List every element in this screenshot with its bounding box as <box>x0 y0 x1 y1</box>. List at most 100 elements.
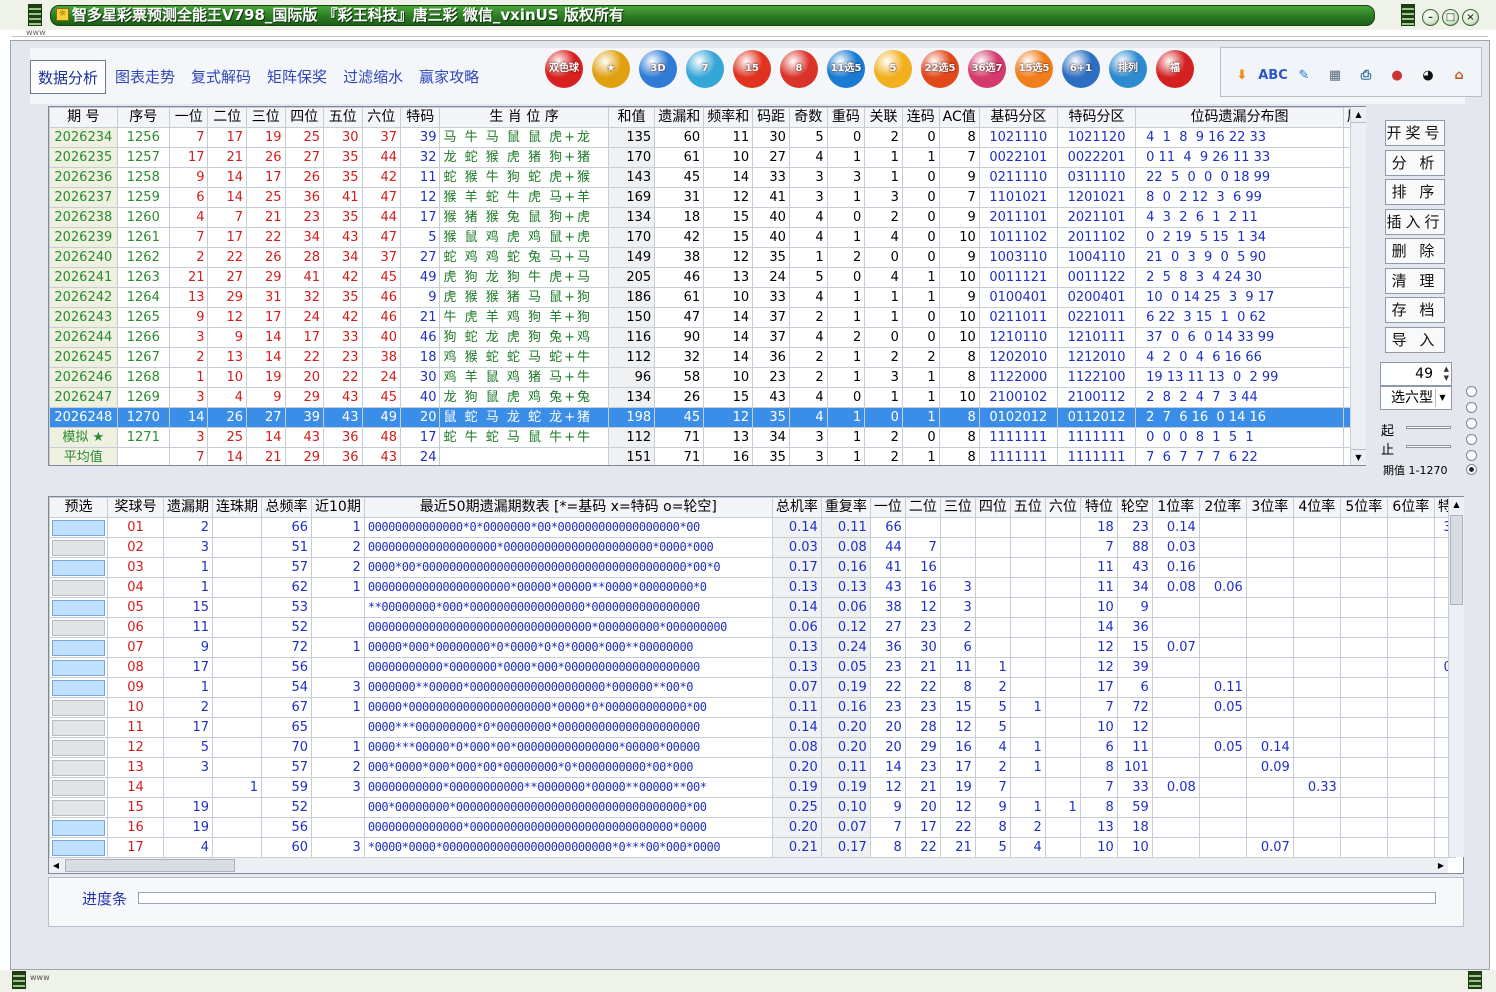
history-row[interactable]: 2026245 1267 2 13 14 22 23 38 18 鸡 猴 蛇 蛇 马 蛇+牛 112… <box>49 347 1365 368</box>
preselect-toggle[interactable] <box>52 719 105 736</box>
ball-row[interactable]: 07 9 72 1 00000*000*00000000*0*0000*0*0*0000… <box>49 637 1456 658</box>
chevron-down-icon[interactable]: ▼ <box>1435 389 1449 407</box>
preselect-cell[interactable] <box>49 757 108 778</box>
side-button-4[interactable]: 插入行 <box>1385 208 1445 235</box>
lottery-icon-14[interactable]: 福 <box>1155 43 1195 95</box>
preselect-toggle[interactable] <box>52 679 105 696</box>
history-row[interactable]: 2026239 1261 7 17 22 34 43 47 5 猴 鼠 鸡 虎 鸡 鼠+虎 170 4… <box>49 227 1365 248</box>
side-button-1[interactable]: 开奖号 <box>1385 120 1445 146</box>
history-row[interactable]: 2026241 1263 21 27 29 41 42 45 49 虎 狗 龙 狗 牛 虎+马 20… <box>49 267 1365 288</box>
preselect-toggle[interactable] <box>52 559 105 576</box>
preselect-cell[interactable] <box>49 697 108 718</box>
ball-row[interactable]: 06 11 52 000000000000000000000000000000000*… <box>49 617 1456 638</box>
preselect-toggle[interactable] <box>52 519 105 536</box>
scroll-up-icon[interactable]: ▲ <box>1351 107 1366 123</box>
lottery-icon-1[interactable]: 双色球 <box>544 43 584 95</box>
option-radio-3[interactable] <box>1466 418 1477 429</box>
preselect-toggle[interactable] <box>52 619 105 636</box>
tab-3[interactable]: 复式解码 <box>184 60 258 94</box>
preselect-toggle[interactable] <box>52 839 105 856</box>
scroll-down-icon[interactable]: ▼ <box>1351 449 1366 465</box>
preselect-toggle[interactable] <box>52 639 105 656</box>
preselect-cell[interactable] <box>49 777 108 798</box>
side-button-6[interactable]: 清 理 <box>1385 267 1445 294</box>
tab-5[interactable]: 过滤缩水 <box>336 60 410 94</box>
scroll-left-icon[interactable]: ◀ <box>49 858 63 873</box>
ball-hscrollbar[interactable]: ◀ ▶ <box>49 857 1448 873</box>
ball-row[interactable]: 09 1 54 3 0000000**00000*0000000000000000000… <box>49 677 1456 698</box>
lottery-icon-9[interactable]: 22选5 <box>920 43 960 95</box>
history-row[interactable]: 2026240 1262 2 22 26 28 34 37 27 蛇 鸡 鸡 蛇 兔 马+马 149… <box>49 247 1365 268</box>
spinner-arrows-icon[interactable]: ▲ ▼ <box>1437 365 1449 383</box>
option-radio-5[interactable] <box>1466 450 1477 461</box>
ball-row[interactable]: 08 17 56 00000000000*0000000*0000*000*00000… <box>49 657 1456 678</box>
preselect-cell[interactable] <box>49 737 108 758</box>
preselect-cell[interactable] <box>49 537 108 558</box>
option-radio-1[interactable] <box>1466 386 1477 397</box>
preselect-cell[interactable] <box>49 637 108 658</box>
history-row[interactable]: 平均值 7 14 21 29 36 43 24 151 71 16 35 3 1 2 1 8 1111111 111… <box>49 447 1365 465</box>
lottery-icon-6[interactable]: 8 <box>779 43 819 95</box>
preselect-toggle[interactable] <box>52 759 105 776</box>
range-start-slider[interactable] <box>1406 426 1451 429</box>
calculator-icon[interactable]: ▦ <box>1321 60 1349 90</box>
ball-row[interactable]: 14 1 59 3 00000000000*00000000000**0000000*0… <box>49 777 1456 798</box>
lottery-icon-12[interactable]: 6+1 <box>1061 43 1101 95</box>
lottery-icon-5[interactable]: 15 <box>732 43 772 95</box>
ball-row[interactable]: 11 17 65 0000***000000000*0*00000000*000000… <box>49 717 1456 738</box>
history-row[interactable]: 2026242 1264 13 29 31 32 35 46 9 虎 猴 猴 猪 马 鼠+狗 186… <box>49 287 1365 308</box>
gumball-icon[interactable]: ● <box>1383 60 1411 90</box>
edit-icon[interactable]: ✎ <box>1290 60 1318 90</box>
side-button-5[interactable]: 删 除 <box>1385 238 1445 264</box>
lottery-icon-8[interactable]: 5 <box>873 43 913 95</box>
scroll-right-icon[interactable]: ▶ <box>1434 858 1448 873</box>
preselect-cell[interactable] <box>49 597 108 618</box>
type-select[interactable]: 选六型 ▼ <box>1380 386 1452 410</box>
history-row[interactable]: 模拟 ★ 1271 3 25 14 43 36 48 17 蛇 牛 蛇 马 鼠 牛+牛 112 71 1… <box>49 427 1365 448</box>
scroll-up-icon[interactable]: ▲ <box>1449 497 1464 513</box>
tab-2[interactable]: 图表走势 <box>108 60 182 94</box>
history-row[interactable]: 2026243 1265 9 12 17 24 42 46 21 牛 虎 羊 鸡 狗 羊+狗 150… <box>49 307 1365 328</box>
side-button-7[interactable]: 存 档 <box>1385 297 1445 323</box>
preselect-toggle[interactable] <box>52 539 105 556</box>
preselect-toggle[interactable] <box>52 659 105 676</box>
lottery-icon-10[interactable]: 36选7 <box>967 43 1007 95</box>
preselect-cell[interactable] <box>49 657 108 678</box>
ball-row[interactable]: 17 4 60 3 *0000*0000*00000000000000000000000… <box>49 837 1456 858</box>
preselect-toggle[interactable] <box>52 579 105 596</box>
preselect-cell[interactable] <box>49 817 108 838</box>
side-button-8[interactable]: 导 入 <box>1385 326 1445 353</box>
history-row[interactable]: 2026238 1260 4 7 21 23 35 44 17 猴 猪 猴 兔 鼠 狗+虎 134 1… <box>49 207 1365 228</box>
tab-6[interactable]: 赢家攻略 <box>412 60 486 94</box>
preselect-cell[interactable] <box>49 797 108 818</box>
history-row[interactable]: 2026246 1268 1 10 19 20 22 24 30 鸡 羊 鼠 鸡 猪 马+牛 96 5… <box>49 367 1365 388</box>
qq-icon[interactable]: ◕ <box>1414 60 1442 90</box>
preselect-toggle[interactable] <box>52 819 105 836</box>
ball-row[interactable]: 01 2 66 1 00000000000000*0*0000000*00*000000… <box>49 517 1456 538</box>
abc-check-icon[interactable]: ABC <box>1258 60 1288 90</box>
preselect-cell[interactable] <box>49 617 108 638</box>
ball-row[interactable]: 16 19 56 00000000000000*0000000000000000000… <box>49 817 1456 838</box>
preselect-cell[interactable] <box>49 517 108 538</box>
preselect-cell[interactable] <box>49 557 108 578</box>
arrow-down-icon[interactable]: ⬇ <box>1228 60 1256 90</box>
preselect-toggle[interactable] <box>52 799 105 816</box>
preselect-cell[interactable] <box>49 577 108 598</box>
side-button-2[interactable]: 分 析 <box>1385 149 1445 176</box>
lottery-icon-2[interactable]: ★ <box>591 43 631 95</box>
tab-1[interactable]: 数据分析 <box>30 60 107 94</box>
preselect-toggle[interactable] <box>52 599 105 616</box>
ball-row[interactable]: 03 1 57 2 0000*00*00000000000000000000000000… <box>49 557 1456 578</box>
preselect-cell[interactable] <box>49 717 108 738</box>
history-row[interactable]: 2026234 1256 7 17 19 25 30 37 39 马 牛 马 鼠 鼠 虎+龙 135… <box>49 127 1365 148</box>
option-radio-6-selected[interactable] <box>1466 464 1477 475</box>
ball-vscrollbar[interactable]: ▲ <box>1448 497 1464 857</box>
lottery-icon-4[interactable]: 7 <box>685 43 725 95</box>
printer-icon[interactable]: ⎙ <box>1352 60 1380 90</box>
range-end-slider[interactable] <box>1406 445 1451 448</box>
preselect-cell[interactable] <box>49 837 108 858</box>
ball-row[interactable]: 13 3 57 2 000*0000*000*000*00*00000000*0*000… <box>49 757 1456 778</box>
preselect-toggle[interactable] <box>52 699 105 716</box>
ball-row[interactable]: 02 3 51 2 0000000000000000000*00000000000000… <box>49 537 1456 558</box>
preselect-toggle[interactable] <box>52 739 105 756</box>
